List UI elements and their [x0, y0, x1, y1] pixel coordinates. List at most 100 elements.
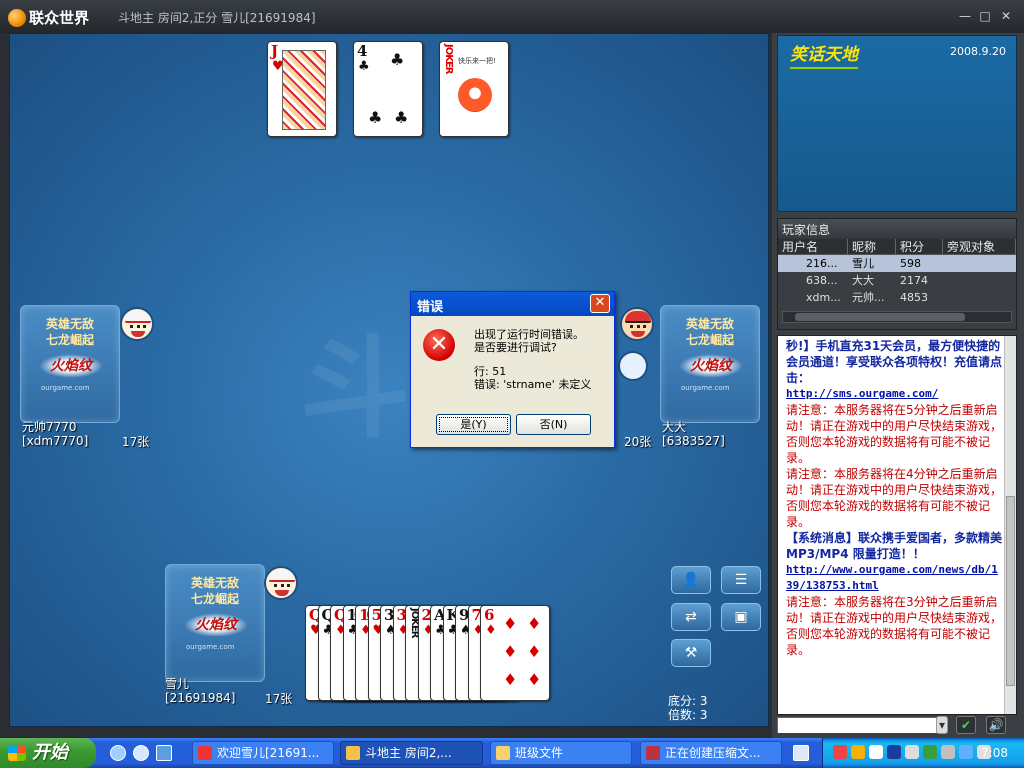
system-tray: 7:08 [822, 738, 1024, 768]
task-class-files[interactable]: 班级文件 [490, 741, 632, 765]
panel-slogan: 英雄无敌 七龙崛起 [190, 576, 239, 606]
site-label: ourgame.com [41, 384, 90, 392]
jack-face-icon [282, 50, 326, 130]
tray-tree-icon[interactable] [923, 745, 937, 759]
club-pip-icon: ♣ [368, 108, 383, 127]
diamond-pip-icon: ♦ [527, 642, 542, 661]
desktop-icon[interactable] [156, 745, 172, 761]
card-rank: 6 [484, 606, 495, 624]
bottom-card-four-clubs: 4 ♣ ♣ ♣ ♣ [353, 41, 423, 137]
tray-app-icon[interactable] [851, 745, 865, 759]
screenshot-button[interactable]: ▣ [721, 603, 761, 631]
chat-input-field[interactable] [778, 719, 946, 733]
col-username[interactable]: 用户名 [778, 239, 848, 254]
ourgame-logo-icon [8, 8, 26, 27]
self-player-avatar[interactable] [264, 566, 298, 600]
chat-message: 【系统消息】联众携手爱国者，多款精美MP3/MP4 限量打造！！ [786, 531, 1003, 561]
chat-scrollbar[interactable] [1004, 336, 1016, 714]
tray-network-icon[interactable] [905, 745, 919, 759]
swap-button[interactable]: ⇄ [671, 603, 711, 631]
game-table: 斗地 J ♥ 4 ♣ ♣ ♣ ♣ JOKER 快乐来一把! 英雄无敌七龙崛起 火… [9, 33, 769, 727]
col-watching[interactable]: 旁观对象 [943, 239, 1016, 254]
dialog-title-bar: 错误 ✕ [411, 292, 614, 316]
left-player-name: 元帅7770 [xdm7770] [22, 420, 89, 448]
col-score[interactable]: 积分 [896, 239, 943, 254]
tray-volume-icon[interactable] [941, 745, 955, 759]
tray-globe-icon[interactable] [959, 745, 973, 759]
sound-icon[interactable]: 🔊 [986, 716, 1006, 734]
status-strip [0, 727, 772, 738]
chat-message: 秒!】手机直充31天会员，最方便快捷的会员通道！享受联众各项特权！充值请点击： [786, 339, 1003, 385]
clown-icon [458, 78, 492, 112]
site-label: ourgame.com [186, 643, 235, 651]
joke-title: 笑话天地 [790, 40, 858, 69]
task-doudizhu[interactable]: 斗地主 房间2,... [340, 741, 483, 765]
app-logo: 联众世界 [8, 7, 89, 28]
dialog-title: 错误 [417, 300, 444, 315]
chat-link[interactable]: http://sms.ourgame.com/ [786, 386, 1002, 402]
card-suit: ♦ [485, 623, 497, 638]
task-compressing[interactable]: 正在创建压缩文... [640, 741, 782, 765]
game-logo: 火焰纹 [184, 613, 248, 637]
self-player-name: 雪儿 [21691984] [165, 677, 236, 705]
start-button[interactable]: 开始 [0, 738, 96, 768]
panel-slogan: 英雄无敌 七龙崛起 [45, 317, 94, 347]
alarm-clock-icon [618, 351, 648, 381]
right-player-avatar[interactable] [620, 307, 654, 341]
tray-home-icon[interactable] [833, 745, 847, 759]
chat-link[interactable]: http://www.ourgame.com/news/db/139/13875… [786, 562, 1002, 594]
diamond-pip-icon: ♦ [527, 670, 542, 689]
keyboard-icon[interactable] [793, 745, 809, 761]
player-info-header: 用户名 昵称 积分 旁观对象 [778, 239, 1016, 255]
dialog-message: 出现了运行时间错误。 是否要进行调试? [474, 328, 584, 354]
table-row[interactable]: 638... 大大 2174 [778, 272, 1016, 289]
chat-input[interactable] [777, 717, 947, 733]
settings-tools-button[interactable]: ⚒ [671, 639, 711, 667]
maximize-button[interactable]: □ [978, 9, 992, 23]
club-pip-icon: ♣ [390, 50, 405, 69]
left-player-avatar[interactable] [120, 307, 154, 341]
dialog-no-button[interactable]: 否(N) [516, 414, 591, 435]
club-pip-icon: ♣ [394, 108, 409, 127]
table-row[interactable]: xdm... 元帅... 4853 [778, 289, 1016, 306]
list-menu-button[interactable]: ☰ [721, 566, 761, 594]
media-icon[interactable] [133, 745, 149, 761]
table-row[interactable]: 216... 雪儿 598 [778, 255, 1016, 272]
home-icon [198, 746, 212, 760]
dialog-yes-button[interactable]: 是(Y) [436, 414, 511, 435]
right-panel: 笑话天地 2008.9.20 玩家信息 用户名 昵称 积分 旁观对象 216..… [772, 33, 1024, 757]
tray-qq-icon[interactable] [869, 745, 883, 759]
minimize-button[interactable]: — [958, 9, 972, 23]
bottom-card-joker: JOKER 快乐来一把! [439, 41, 509, 137]
window-caption: 斗地主 房间2,正分 雪儿[21691984] [118, 11, 316, 25]
card-rank: JOKER [443, 44, 454, 74]
chat-message: 请注意：本服务器将在5分钟之后重新启动！请正在游戏中的用户尽快结束游戏，否则您本… [786, 403, 1003, 465]
joke-box: 笑话天地 2008.9.20 [777, 35, 1017, 212]
diamond-pip-icon: ♦ [503, 670, 518, 689]
error-dialog: 错误 ✕ ✕ 出现了运行时间错误。 是否要进行调试? 行: 51 错误: 'strn… [410, 291, 615, 448]
error-icon: ✕ [423, 329, 455, 361]
diamond-pip-icon: ♦ [503, 642, 518, 661]
joker-caption: 快乐来一把! [458, 57, 496, 65]
windows-flag-icon [8, 745, 26, 761]
chat-dropdown-button[interactable]: ▾ [936, 716, 948, 734]
dialog-close-button[interactable]: ✕ [590, 294, 610, 313]
farmer-hat-icon [269, 570, 295, 582]
farmer-hat-icon [125, 311, 151, 323]
task-welcome[interactable]: 欢迎雪儿[21691... [192, 741, 334, 765]
card-suit: ♣ [358, 59, 370, 74]
horizontal-scrollbar[interactable] [782, 311, 1012, 323]
bottom-card-jack-hearts: J ♥ [267, 41, 337, 137]
app-brand: 联众世界 [29, 9, 90, 27]
col-nickname[interactable]: 昵称 [848, 239, 896, 254]
ie-icon[interactable] [110, 745, 126, 761]
view-player-button[interactable]: 👤 [671, 566, 711, 594]
close-button[interactable]: ✕ [999, 9, 1013, 23]
dialog-detail: 行: 51 错误: 'strname' 未定义 [474, 365, 592, 391]
tray-shield-icon[interactable] [887, 745, 901, 759]
archive-icon [646, 746, 660, 760]
clock: 7:08 [981, 746, 1008, 760]
hand-card[interactable]: 6 ♦ ♦ ♦ ♦ ♦ ♦ ♦ [480, 605, 550, 701]
site-label: ourgame.com [681, 384, 730, 392]
send-check-icon[interactable]: ✔ [956, 716, 976, 734]
